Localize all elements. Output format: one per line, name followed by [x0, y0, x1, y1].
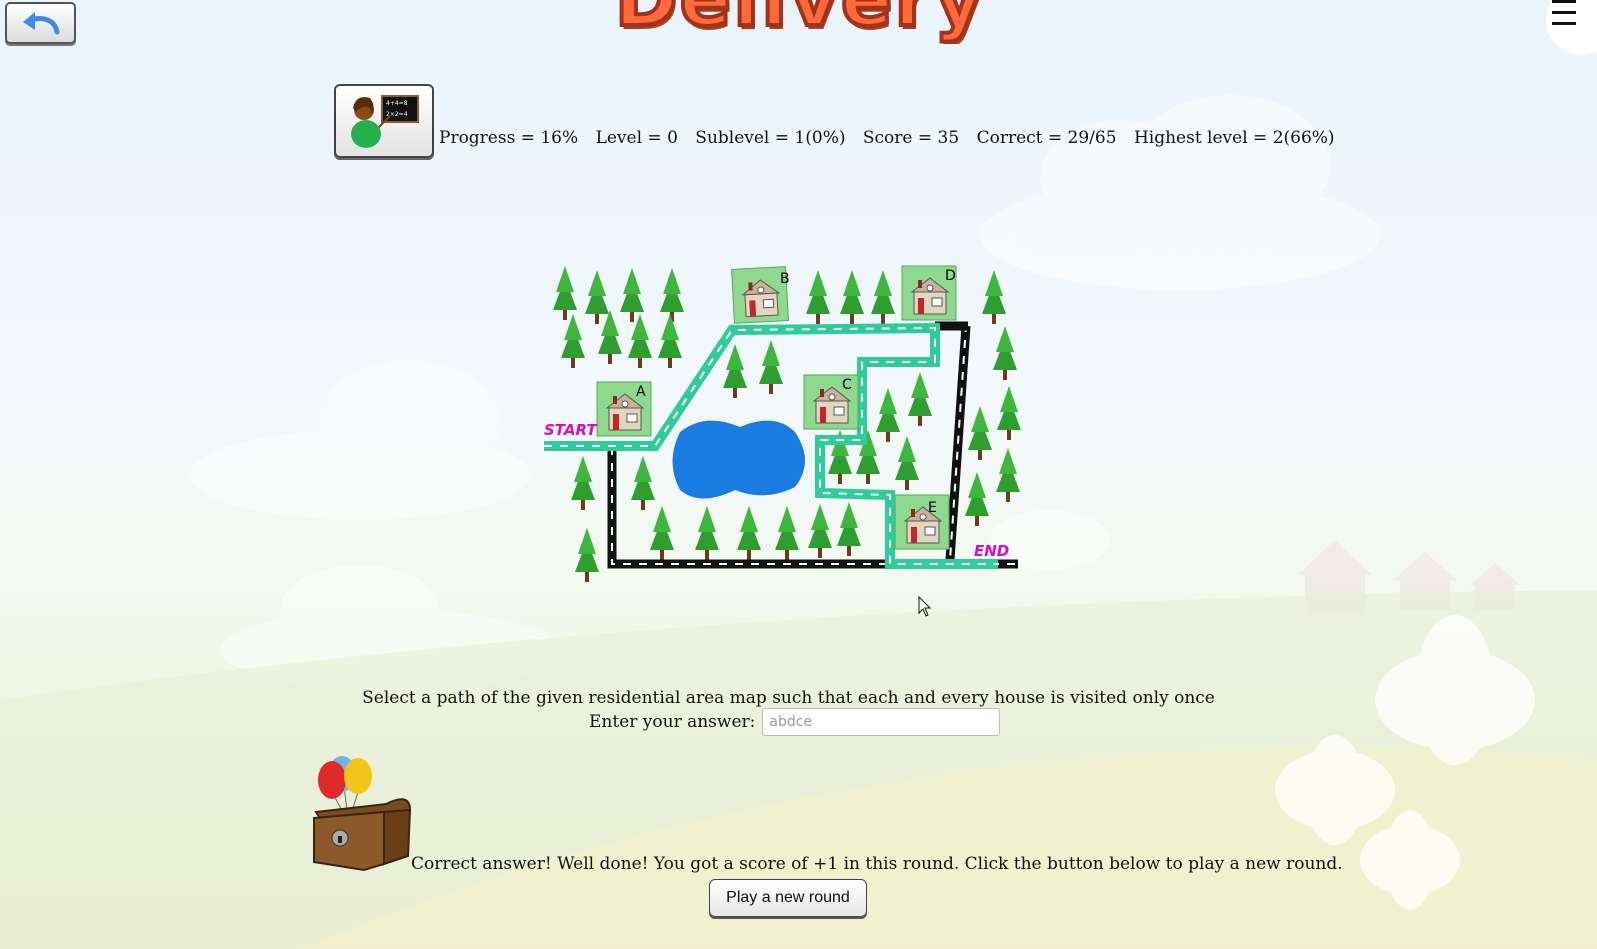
menu-button[interactable] [1546, 0, 1597, 55]
mouse-cursor-icon [918, 596, 932, 617]
house-d: D [901, 265, 957, 321]
svg-text:E: E [928, 500, 937, 516]
house-e: E [894, 494, 950, 550]
treasure-chest-balloons-icon [313, 756, 412, 872]
back-button[interactable] [5, 2, 76, 44]
score-stat: Score = 35 [862, 128, 960, 148]
svg-text:B: B [780, 271, 790, 287]
highest-level-stat: Highest level = 2(66%) [1133, 128, 1335, 148]
progress-stat: Progress = 16% [439, 128, 579, 148]
play-new-round-button[interactable]: Play a new round [709, 879, 867, 917]
hamburger-menu-icon [1552, 0, 1576, 33]
svg-text:A: A [636, 384, 646, 400]
correct-stat: Correct = 29/65 [976, 128, 1117, 148]
lake [672, 420, 805, 499]
teacher-icon: 4+4=8 2×2=4 [351, 95, 419, 148]
house-a: A [596, 381, 652, 437]
level-stat: Level = 0 [595, 128, 678, 148]
residential-map: A B C D E START END [544, 265, 1021, 582]
question-text: Select a path of the given residential a… [362, 688, 1215, 708]
title-banner: Delivery Truck [500, 0, 1100, 44]
svg-text:D: D [945, 268, 956, 284]
answer-row: Enter your answer: [589, 708, 1001, 736]
feedback-message: Correct answer! Well done! You got a sco… [411, 854, 1343, 874]
svg-text:C: C [842, 377, 852, 393]
house-b: B [731, 266, 790, 324]
sublevel-stat: Sublevel = 1(0%) [695, 128, 846, 148]
stats-bar: Progress = 16% Level = 0 Sublevel = 1(0%… [439, 128, 1347, 148]
page-title: Delivery Truck [500, 0, 1100, 44]
answer-input[interactable] [762, 708, 1001, 736]
house-c: C [803, 374, 859, 430]
start-label: START [544, 421, 598, 439]
undo-arrow-icon [22, 12, 59, 35]
svg-text:4+4=8: 4+4=8 [386, 100, 408, 107]
answer-label: Enter your answer: [589, 712, 756, 732]
teacher-help-button[interactable]: 4+4=8 2×2=4 [334, 84, 434, 158]
end-label: END [974, 542, 1009, 560]
